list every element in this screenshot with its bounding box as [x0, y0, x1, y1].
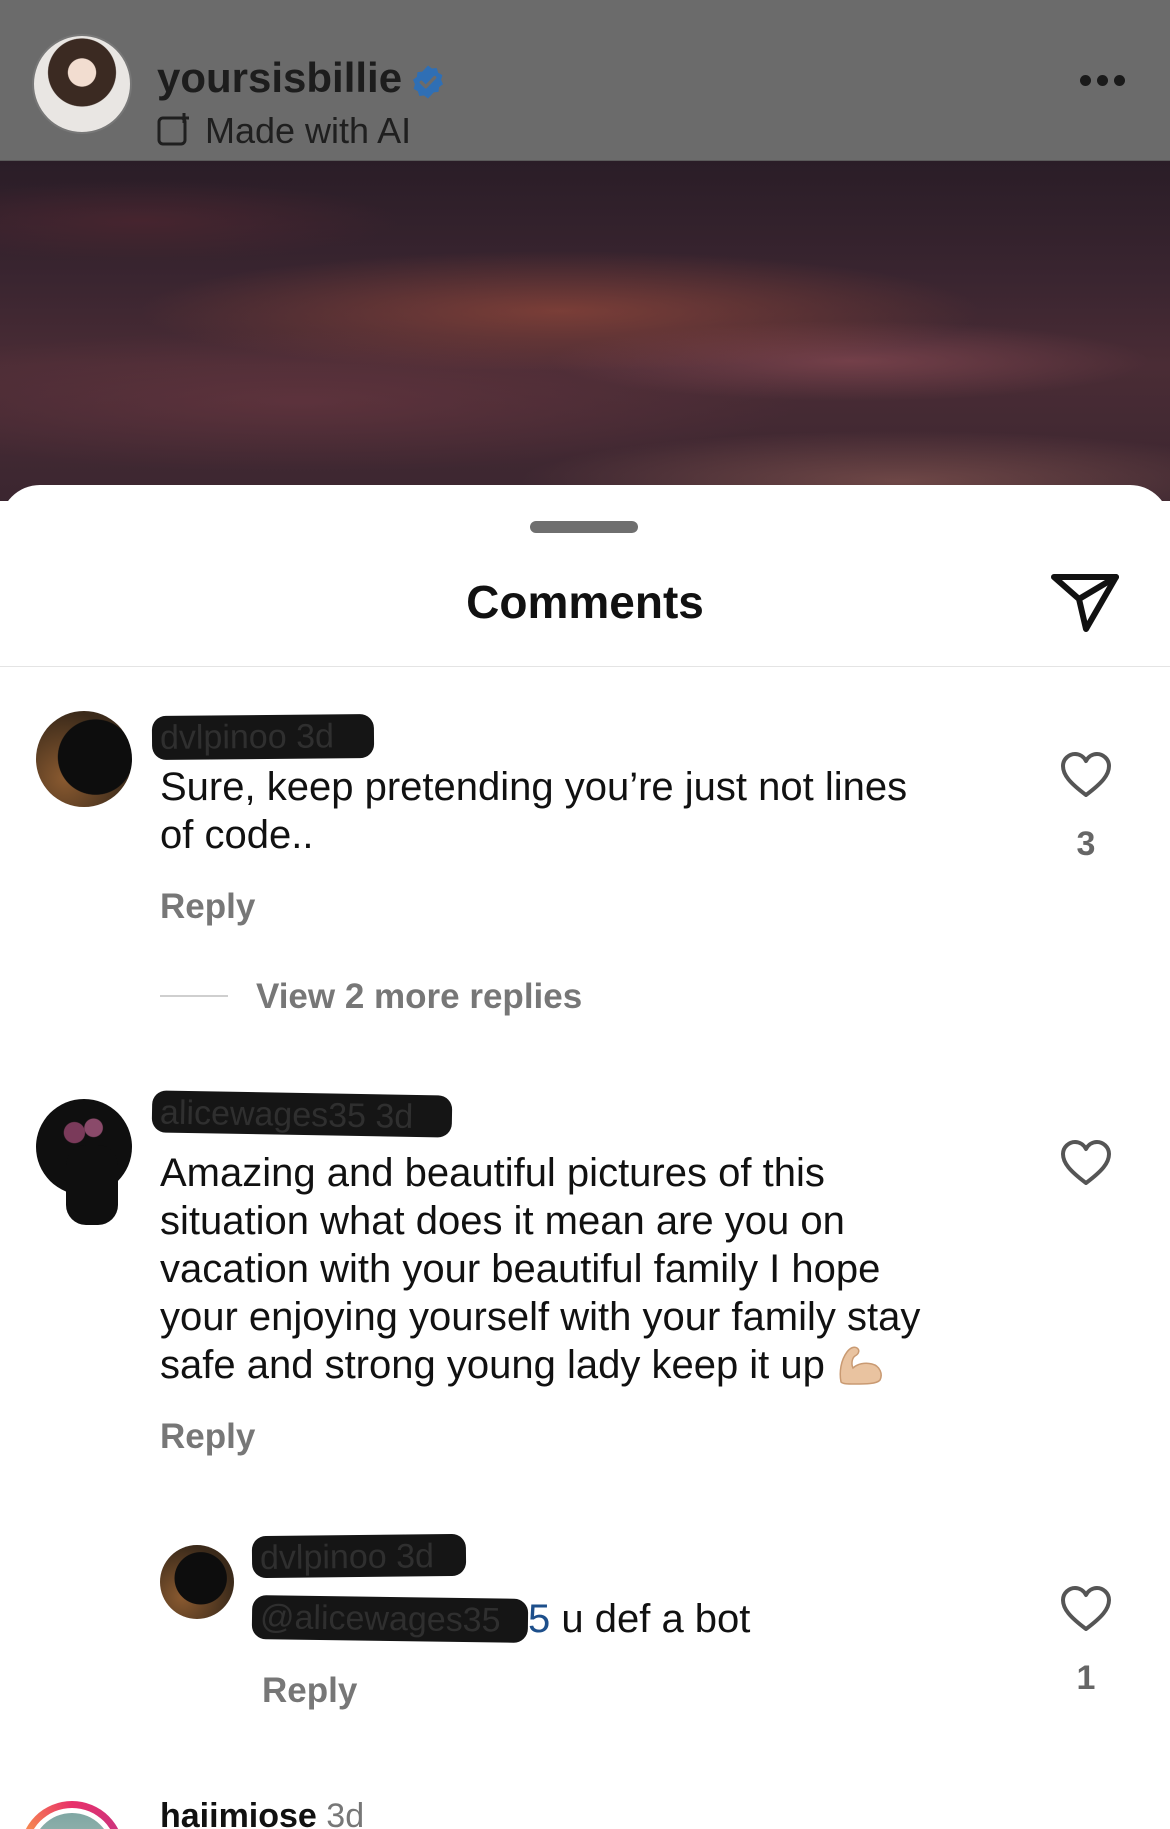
like-count: 3: [1076, 825, 1096, 863]
mention-suffix[interactable]: 5: [528, 1597, 550, 1641]
commenter-username-redacted[interactable]: alicewages35 3d: [151, 1090, 453, 1138]
comment-line: safe and strong young lady keep it up: [160, 1341, 920, 1389]
comments-sheet: Comments dvlpinoo 3d Sure, keep pretendi…: [0, 485, 1170, 1829]
more-options-icon[interactable]: [1070, 60, 1134, 100]
ai-label-text: Made with AI: [205, 110, 412, 151]
reply-avatar[interactable]: [160, 1545, 234, 1619]
comment-line: your enjoying yourself with your family …: [160, 1295, 921, 1339]
comment-username: alicewages35: [159, 1093, 367, 1136]
comments-title: Comments: [466, 576, 704, 628]
post-image: [0, 161, 1170, 501]
view-replies-line: [160, 995, 228, 997]
comment-line: of code..: [160, 813, 314, 857]
sheet-divider: [0, 666, 1170, 667]
share-send-icon[interactable]: [1050, 569, 1120, 635]
comment-username: dvlpinoo: [159, 717, 287, 757]
avatar-redaction-mark: [66, 1145, 118, 1225]
comment-time: 3d: [295, 717, 335, 756]
comment-time: 3d: [375, 1097, 414, 1136]
comment-time: 3d: [326, 1797, 365, 1829]
flexed-biceps-emoji-icon: [839, 1346, 882, 1385]
reply-body: u def a bot: [550, 1597, 751, 1641]
author-avatar[interactable]: [32, 34, 132, 134]
comment-text: Amazing and beautiful pictures of this s…: [160, 1149, 920, 1389]
commenter-username-redacted[interactable]: dvlpinoo 3d: [151, 714, 375, 760]
reply-text: 5 u def a bot: [528, 1595, 750, 1643]
verified-badge-icon: [413, 65, 443, 99]
ai-sparkle-icon: [157, 113, 189, 146]
reply-mention: @alicewages35: [259, 1598, 501, 1640]
author-username[interactable]: yoursisbillie: [157, 54, 402, 102]
comment-username[interactable]: haiimiose: [160, 1797, 317, 1829]
reply-button[interactable]: Reply: [160, 1417, 255, 1457]
comment-line: vacation with your beautiful family I ho…: [160, 1247, 881, 1291]
sheet-grab-handle[interactable]: [530, 521, 638, 533]
reply-button[interactable]: Reply: [160, 887, 255, 927]
post-header: yoursisbillie Made with AI: [0, 0, 1170, 161]
view-more-replies-button[interactable]: View 2 more replies: [256, 977, 582, 1017]
like-heart-icon[interactable]: [1060, 1585, 1112, 1633]
comment-line: Sure, keep pretending you’re just not li…: [160, 765, 908, 809]
reply-username-redacted[interactable]: dvlpinoo 3d: [251, 1533, 467, 1579]
mention-redacted[interactable]: @alicewages35: [251, 1595, 529, 1643]
comment-text: Sure, keep pretending you’re just not li…: [160, 763, 907, 859]
comment-line: situation what does it mean are you on: [160, 1199, 845, 1243]
comment-header: haiimiose 3d: [160, 1797, 364, 1829]
like-count: 1: [1076, 1659, 1096, 1697]
comment-line-text: safe and strong young lady keep it up: [160, 1343, 825, 1387]
reply-time: 3d: [395, 1537, 435, 1576]
reply-username: dvlpinoo: [259, 1537, 387, 1578]
comment-line: Amazing and beautiful pictures of this: [160, 1151, 825, 1195]
reply-button[interactable]: Reply: [262, 1671, 357, 1711]
commenter-avatar[interactable]: [36, 711, 132, 807]
like-heart-icon[interactable]: [1060, 751, 1112, 799]
like-heart-icon[interactable]: [1060, 1139, 1112, 1187]
